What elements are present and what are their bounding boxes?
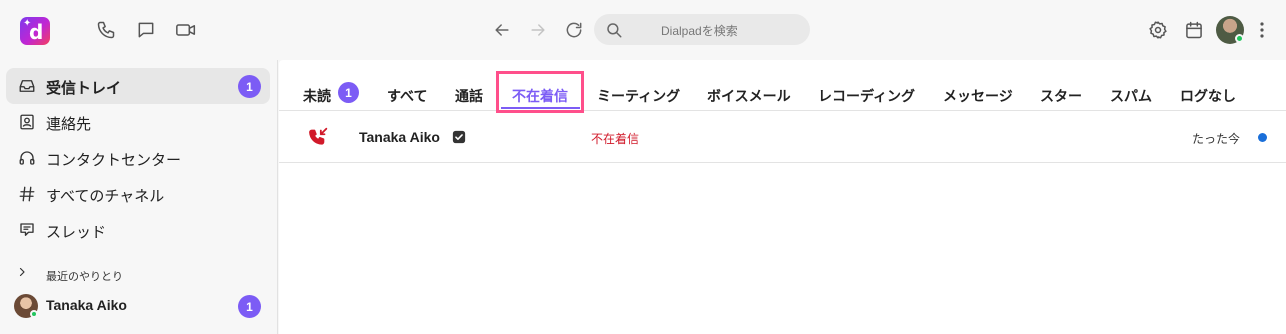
tab-all[interactable]: すべて — [387, 86, 427, 106]
settings-icon[interactable] — [1146, 18, 1170, 42]
tab-unread-badge: 1 — [338, 82, 359, 103]
timestamp: たった今 — [1192, 132, 1241, 146]
video-icon[interactable] — [174, 18, 198, 42]
top-bar: ✦ d Dialpadを検索 — [0, 0, 1286, 60]
tab-unread[interactable]: 未読 — [303, 86, 331, 106]
verified-check-icon — [451, 129, 467, 145]
sidebar-item-contacts[interactable]: 連絡先 — [6, 104, 270, 140]
tab-meetings[interactable]: ミーティング — [597, 86, 680, 106]
sidebar-item-all-channels[interactable]: すべてのチャネル — [6, 176, 270, 212]
phone-icon[interactable] — [94, 18, 118, 42]
logo-letter: d — [29, 20, 44, 44]
search-icon — [602, 18, 626, 42]
recent-section-label: 最近のやりとり — [46, 271, 123, 283]
search-placeholder: Dialpadを検索 — [661, 24, 738, 38]
refresh-icon[interactable] — [562, 18, 586, 42]
call-status: 不在着信 — [591, 132, 640, 146]
unread-indicator — [1258, 133, 1267, 142]
main-panel: 未読 1 すべて 通話 不在着信 ミーティング ボイスメール レコーディング メ… — [279, 60, 1286, 334]
sidebar-item-label: コンタクトセンター — [46, 152, 182, 169]
recent-contact-item[interactable]: Tanaka Aiko 1 — [6, 288, 270, 324]
tab-messages[interactable]: メッセージ — [943, 86, 1013, 106]
tab-recordings[interactable]: レコーディング — [818, 86, 915, 106]
sidebar: 受信トレイ 1 連絡先 コンタクトセンター すべてのチャネル スレッド 最近のや… — [0, 60, 278, 334]
inbox-tabs: 未読 1 すべて 通話 不在着信 ミーティング ボイスメール レコーディング メ… — [279, 60, 1286, 111]
sidebar-item-inbox[interactable]: 受信トレイ 1 — [6, 68, 270, 104]
headset-icon — [18, 149, 36, 167]
back-arrow-icon[interactable] — [490, 18, 514, 42]
recent-contact-name: Tanaka Aiko — [46, 297, 127, 313]
sidebar-item-threads[interactable]: スレッド — [6, 212, 270, 248]
app-logo[interactable]: ✦ d — [20, 17, 50, 45]
forward-arrow-icon[interactable] — [526, 18, 550, 42]
hash-icon — [18, 185, 36, 203]
contact-card-icon — [18, 113, 36, 131]
tab-spam[interactable]: スパム — [1110, 86, 1152, 106]
tab-starred[interactable]: スター — [1040, 86, 1082, 106]
calendar-icon[interactable] — [1182, 18, 1206, 42]
inbox-icon — [18, 77, 36, 95]
tab-voicemail[interactable]: ボイスメール — [707, 86, 791, 106]
search-bar[interactable]: Dialpadを検索 — [594, 14, 810, 45]
contact-name: Tanaka Aiko — [359, 129, 440, 145]
chat-icon[interactable] — [134, 18, 158, 42]
sidebar-item-label: すべてのチャネル — [46, 188, 165, 205]
tab-no-log[interactable]: ログなし — [1180, 86, 1236, 106]
tab-calls[interactable]: 通話 — [455, 86, 483, 106]
sidebar-item-label: 連絡先 — [46, 116, 92, 133]
online-status-dot — [30, 310, 38, 318]
thread-icon — [18, 221, 36, 239]
missed-call-icon — [307, 125, 331, 149]
sidebar-item-label: 受信トレイ — [46, 80, 122, 97]
recent-contact-badge: 1 — [238, 295, 261, 318]
conversation-row[interactable]: Tanaka Aiko 不在着信 たった今 — [279, 111, 1286, 163]
tab-focus-highlight — [496, 71, 584, 113]
online-status-dot — [1235, 34, 1244, 43]
sidebar-item-label: スレッド — [46, 224, 107, 241]
chevron-right-icon[interactable] — [14, 264, 30, 280]
more-icon[interactable] — [1250, 18, 1274, 42]
unread-count-badge: 1 — [238, 75, 261, 98]
sidebar-item-contact-center[interactable]: コンタクトセンター — [6, 140, 270, 176]
